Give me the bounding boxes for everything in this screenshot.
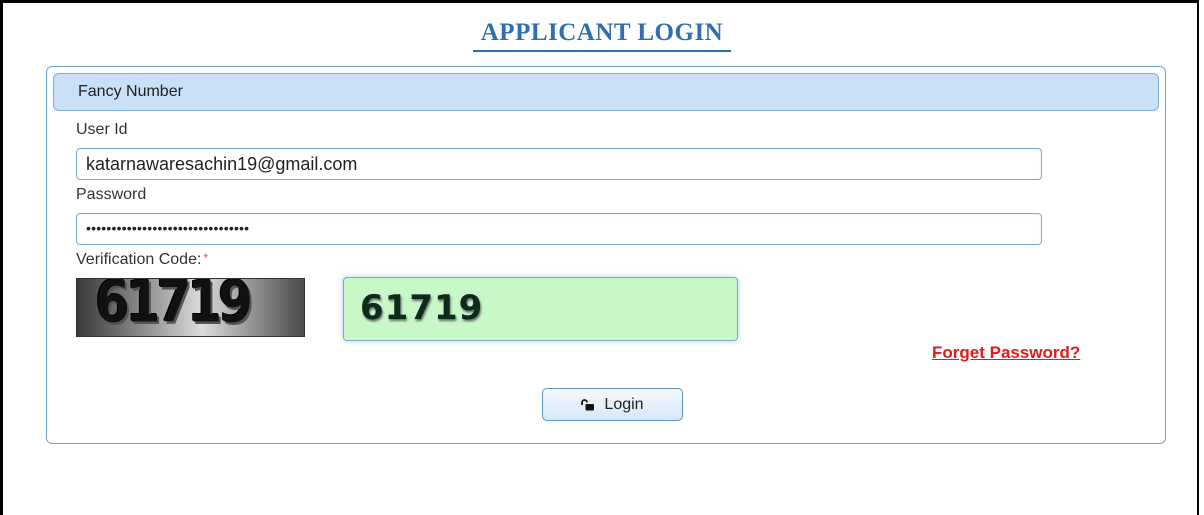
login-button-label: Login <box>604 395 644 413</box>
verification-code-label: Verification Code: * <box>76 251 208 269</box>
user-id-label: User Id <box>76 121 128 138</box>
user-id-input[interactable]: katarnawaresachin19@gmail.com <box>76 148 1042 180</box>
captcha-image-text: 61719 <box>95 278 253 336</box>
unlock-icon <box>581 398 595 411</box>
login-button[interactable]: Login <box>542 388 683 421</box>
verification-code-text: Verification Code: <box>76 251 202 268</box>
captcha-input[interactable]: 61719 <box>343 277 738 341</box>
captcha-image: 61719 <box>76 278 305 337</box>
page-title: APPLICANT LOGIN <box>0 19 1204 52</box>
password-input[interactable]: •••••••••••••••••••••••••••••••• <box>76 213 1042 245</box>
forget-password-link[interactable]: Forget Password? <box>932 343 1080 363</box>
password-label: Password <box>76 186 147 203</box>
panel-header: Fancy Number <box>53 73 1159 111</box>
required-marker: * <box>203 251 209 265</box>
